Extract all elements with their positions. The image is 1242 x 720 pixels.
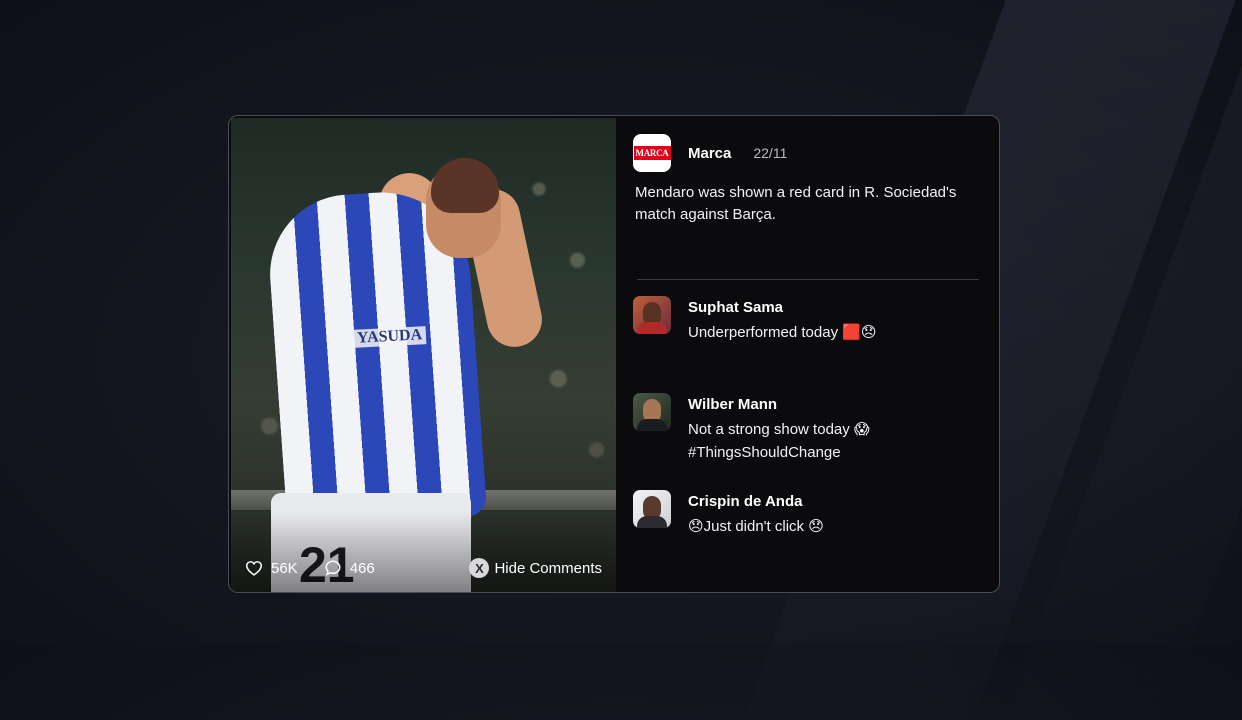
avatar <box>633 393 671 431</box>
photo-shade <box>231 512 616 592</box>
comment-body: Crispin de Anda 😞Just didn't click 😞 <box>688 490 824 538</box>
x-button-icon: X <box>469 558 490 578</box>
comment-text: 😞Just didn't click 😞 <box>688 518 824 535</box>
post-header: MARCA Marca 22/11 <box>633 134 787 172</box>
post-action-bar: 56K 466 X Hide Comments <box>245 556 602 580</box>
comment-body: Wilber Mann Not a strong show today 😱 #T… <box>688 393 870 464</box>
avatar-body <box>637 419 667 431</box>
post-photo: YASUDA 21 56K 466 X Hide Comments <box>231 118 616 592</box>
post-content-panel: MARCA Marca 22/11 Mendaro was shown a re… <box>616 116 999 592</box>
comment-text: Not a strong show today 😱 <box>688 421 870 438</box>
comment-bubble-icon <box>325 560 341 576</box>
avatar <box>633 490 671 528</box>
news-post-card: YASUDA 21 56K 466 X Hide Comments <box>228 115 1000 593</box>
comment-text: Underperformed today 🟥😞 <box>688 324 877 341</box>
like-stat[interactable]: 56K <box>245 560 298 577</box>
comment-item: Crispin de Anda 😞Just didn't click 😞 <box>633 490 824 538</box>
avatar-body <box>637 322 667 334</box>
avatar-body <box>637 516 667 528</box>
comment-author: Suphat Sama <box>688 299 784 316</box>
comment-body: Suphat Sama Underperformed today 🟥😞 <box>688 296 877 344</box>
source-name: Marca <box>688 144 732 162</box>
heart-icon <box>245 561 263 576</box>
like-count: 56K <box>271 559 298 577</box>
jersey-sponsor: YASUDA <box>352 326 427 348</box>
comment-author: Crispin de Anda <box>688 493 803 510</box>
divider <box>637 279 979 280</box>
comment-author: Wilber Mann <box>688 396 778 413</box>
comment-stat[interactable]: 466 <box>324 559 375 577</box>
comment-hashtag: #ThingsShouldChange <box>688 444 841 461</box>
post-date: 22/11 <box>753 145 788 161</box>
marca-logo-text: MARCA <box>633 146 671 160</box>
marca-logo: MARCA <box>633 134 671 172</box>
hide-comments-button[interactable]: X Hide Comments <box>469 558 602 578</box>
comment-item: Wilber Mann Not a strong show today 😱 #T… <box>633 393 870 464</box>
comment-item: Suphat Sama Underperformed today 🟥😞 <box>633 296 877 344</box>
avatar <box>633 296 671 334</box>
post-text: Mendaro was shown a red card in R. Socie… <box>635 184 957 223</box>
comment-count: 466 <box>349 559 375 577</box>
hide-comments-label: Hide Comments <box>494 559 602 577</box>
